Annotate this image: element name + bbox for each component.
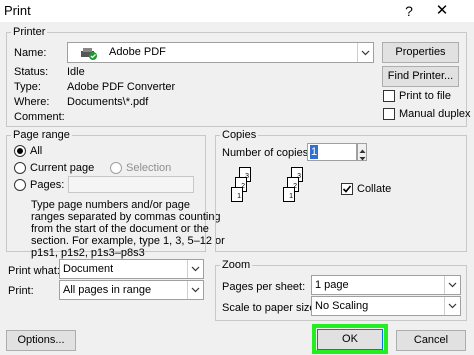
- comment-label: Comment:: [14, 111, 65, 123]
- printer-name-value: Adobe PDF: [109, 46, 166, 58]
- ok-button[interactable]: OK: [317, 329, 383, 350]
- chevron-down-icon: [357, 43, 373, 62]
- all-radio[interactable]: [14, 145, 26, 157]
- where-value: Documents\*.pdf: [67, 96, 149, 108]
- number-of-copies-value: 1: [310, 145, 319, 159]
- print-to-file-label: Print to file: [399, 90, 451, 102]
- page-range-help-line-5: p1s1, p1s2, p1s3–p8s3: [31, 247, 145, 259]
- current-page-radio[interactable]: [14, 162, 26, 174]
- help-icon[interactable]: ?: [397, 1, 421, 21]
- status-label: Status:: [14, 66, 49, 78]
- print-to-file-checkbox[interactable]: [383, 90, 395, 102]
- chevron-down-icon: [187, 260, 203, 278]
- page-range-group-label: Page range: [11, 128, 72, 142]
- scale-to-paper-select[interactable]: No Scaling: [311, 296, 461, 316]
- collate-pages-icon: 3 2 1 3 2 1: [225, 165, 335, 215]
- selection-radio[interactable]: [110, 162, 122, 174]
- print-scope-select[interactable]: All pages in range: [59, 280, 204, 300]
- window-title: Print: [4, 3, 31, 18]
- chevron-down-icon: [187, 281, 203, 299]
- pages-per-sheet-label: Pages per sheet:: [222, 281, 306, 293]
- manual-duplex-label: Manual duplex: [399, 108, 471, 120]
- print-scope-value: All pages in range: [63, 284, 152, 296]
- print-what-value: Document: [63, 263, 114, 275]
- collate-checkbox[interactable]: [341, 183, 353, 195]
- properties-button[interactable]: Properties: [382, 42, 459, 63]
- stack2-page-1: 1: [283, 187, 295, 202]
- checkmark-icon: [342, 185, 352, 193]
- print-what-select[interactable]: Document: [59, 259, 204, 279]
- cancel-button[interactable]: Cancel: [396, 330, 466, 351]
- spin-down-icon[interactable]: [359, 153, 366, 165]
- number-of-copies-input[interactable]: 1: [307, 143, 357, 161]
- pages-per-sheet-select[interactable]: 1 page: [311, 275, 461, 295]
- printer-group-label: Printer: [11, 25, 48, 39]
- print-what-label: Print what:: [8, 265, 60, 277]
- pages-label: Pages:: [30, 179, 65, 191]
- where-label: Where:: [14, 96, 50, 108]
- all-label: All: [30, 145, 43, 157]
- copies-spinner[interactable]: [357, 143, 367, 161]
- printer-name-label: Name:: [14, 47, 47, 59]
- close-icon[interactable]: ✕: [430, 1, 454, 21]
- stack2-page-1-number: 1: [289, 193, 293, 200]
- type-label: Type:: [14, 81, 41, 93]
- options-button[interactable]: Options...: [6, 330, 76, 351]
- type-value: Adobe PDF Converter: [67, 81, 176, 93]
- current-page-label: Current page: [30, 162, 95, 174]
- chevron-down-icon: [444, 297, 460, 315]
- printer-name-select[interactable]: Adobe PDF: [67, 42, 374, 63]
- status-value: Idle: [67, 66, 85, 78]
- scale-to-paper-label: Scale to paper size:: [222, 302, 319, 314]
- zoom-group-label: Zoom: [220, 258, 253, 272]
- stack1-page-1: 1: [231, 187, 243, 202]
- pages-per-sheet-value: 1 page: [315, 279, 349, 291]
- find-printer-button[interactable]: Find Printer...: [382, 66, 459, 87]
- number-of-copies-label: Number of copies:: [222, 147, 312, 159]
- pages-radio[interactable]: [14, 179, 26, 191]
- scale-to-paper-value: No Scaling: [315, 300, 369, 312]
- collate-label: Collate: [357, 183, 392, 195]
- chevron-down-icon: [444, 276, 460, 294]
- print-scope-label: Print:: [8, 285, 34, 297]
- manual-duplex-checkbox[interactable]: [383, 108, 395, 120]
- stack1-page-1-number: 1: [237, 193, 241, 200]
- selection-label: Selection: [126, 162, 172, 174]
- printer-icon: [79, 46, 99, 60]
- pages-input[interactable]: [68, 176, 194, 193]
- copies-group-label: Copies: [220, 128, 259, 142]
